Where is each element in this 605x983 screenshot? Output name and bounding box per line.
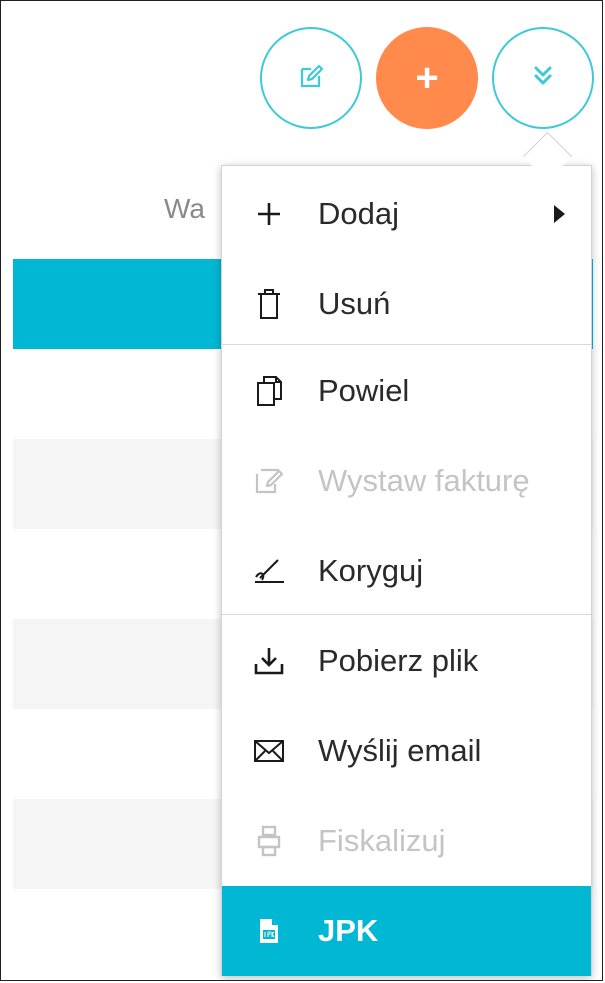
printer-icon <box>251 823 287 859</box>
menu-item-add[interactable]: Dodaj <box>222 169 591 259</box>
menu-item-label: Dodaj <box>318 196 399 231</box>
actions-dropdown-menu: Dodaj Usuń Powiel Wystaw fakturę Koryguj… <box>221 165 592 976</box>
trash-icon <box>251 286 287 322</box>
add-button[interactable]: + <box>376 27 478 129</box>
menu-item-duplicate[interactable]: Powiel <box>222 346 591 436</box>
menu-separator <box>222 344 591 345</box>
app-frame: Wa + Dodaj Usuń Powiel Wystaw fakturę Ko… <box>0 0 603 981</box>
menu-item-label: Usuń <box>318 286 391 321</box>
double-chevron-down-icon <box>530 63 556 94</box>
menu-item-send-email[interactable]: Wyślij email <box>222 706 591 796</box>
menu-item-label: JPK <box>318 913 379 948</box>
menu-item-label: Pobierz plik <box>318 643 479 678</box>
correct-icon <box>251 553 287 589</box>
submenu-arrow-icon <box>554 205 565 223</box>
more-actions-button[interactable] <box>492 27 594 129</box>
jpk-file-icon <box>251 913 287 949</box>
download-icon <box>251 643 287 679</box>
menu-item-delete[interactable]: Usuń <box>222 259 591 349</box>
menu-item-download-file[interactable]: Pobierz plik <box>222 616 591 706</box>
menu-item-correct[interactable]: Koryguj <box>222 526 591 616</box>
menu-item-label: Wyślij email <box>318 733 482 768</box>
menu-separator <box>222 614 591 615</box>
duplicate-icon <box>251 373 287 409</box>
edit-button[interactable] <box>260 27 362 129</box>
menu-item-jpk[interactable]: JPK <box>222 886 591 976</box>
menu-item-label: Koryguj <box>318 553 424 588</box>
menu-item-label: Wystaw fakturę <box>318 463 530 498</box>
column-header: Wa <box>164 193 205 224</box>
add-label: + <box>415 56 439 100</box>
menu-item-issue-invoice: Wystaw fakturę <box>222 436 591 526</box>
menu-item-label: Powiel <box>318 373 410 408</box>
menu-item-label: Fiskalizuj <box>318 823 446 858</box>
envelope-icon <box>251 733 287 769</box>
invoice-icon <box>251 463 287 499</box>
menu-item-fiscalize: Fiskalizuj <box>222 796 591 886</box>
plus-icon <box>251 196 287 232</box>
edit-icon <box>296 61 326 96</box>
